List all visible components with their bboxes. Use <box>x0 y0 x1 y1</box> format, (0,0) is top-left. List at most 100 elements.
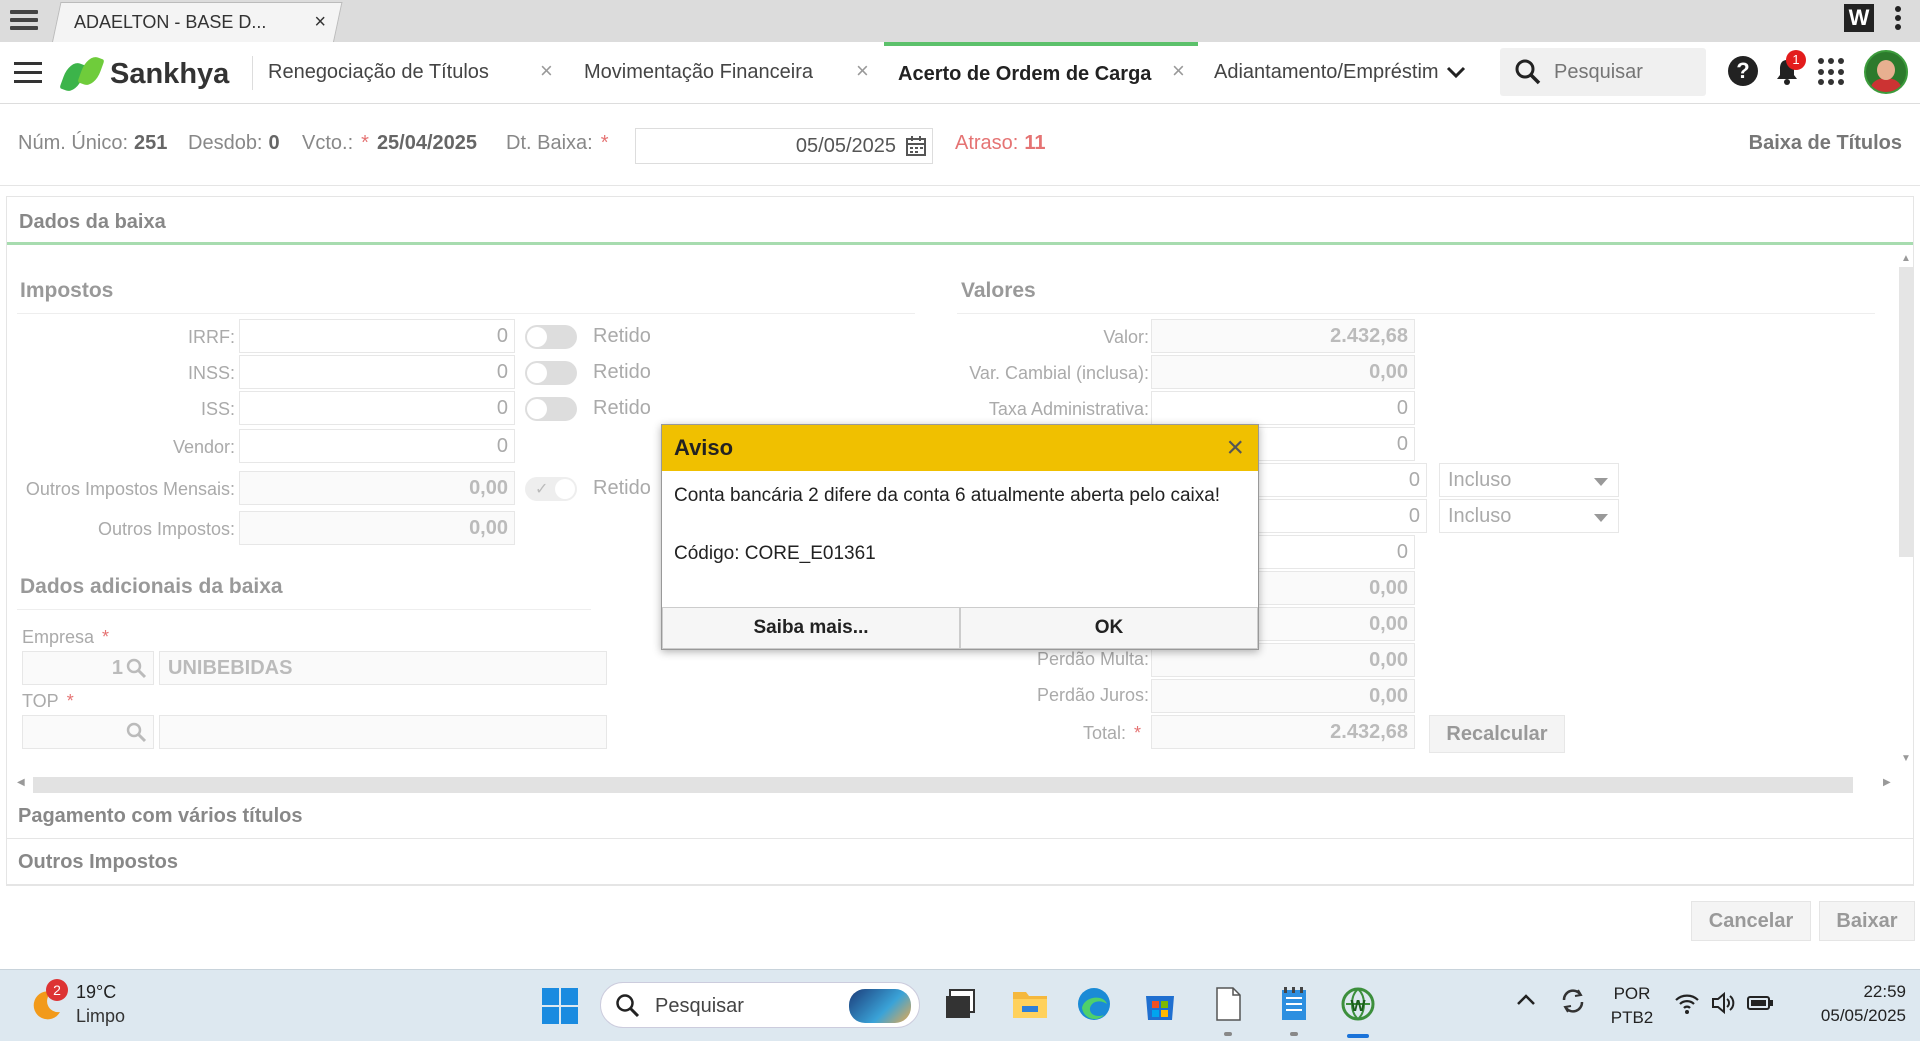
tab-acerto-ordem-carga[interactable]: Acerto de Ordem de Carga × <box>884 42 1198 102</box>
weather-badge: 2 <box>46 979 68 1001</box>
running-indicator <box>1224 1032 1232 1036</box>
running-indicator <box>1290 1032 1298 1036</box>
taxa-adm-input[interactable] <box>1151 391 1415 425</box>
weather-temperature[interactable]: 19°C <box>76 982 116 1003</box>
divider <box>957 313 1875 314</box>
help-icon[interactable]: ? <box>1728 56 1758 86</box>
file-explorer-icon[interactable] <box>1010 984 1050 1024</box>
volume-icon[interactable] <box>1710 990 1736 1016</box>
pagamento-varios-titulos-section[interactable]: Pagamento com vários títulos <box>6 793 1914 839</box>
browser-tab-title: ADAELTON - BASE D... <box>74 11 267 32</box>
scroll-down-icon[interactable]: ▼ <box>1901 753 1911 764</box>
tab-movimentacao[interactable]: Movimentação Financeira × <box>584 42 880 102</box>
dt-baixa-input[interactable] <box>635 128 933 164</box>
battery-icon[interactable] <box>1746 990 1774 1016</box>
total-label: Total: * <box>1082 723 1141 743</box>
iss-retido-toggle[interactable] <box>525 397 577 421</box>
app-header: Sankhya Renegociação de Títulos × Movime… <box>0 42 1920 104</box>
vendor-label: Vendor: <box>172 437 235 457</box>
search-highlight-image <box>849 989 911 1023</box>
irrf-retido-label: Retido <box>593 325 651 347</box>
browser-more-icon[interactable] <box>1893 4 1903 34</box>
browser-menu-icon[interactable] <box>10 6 40 34</box>
browser-tab-strip: ADAELTON - BASE D... × W <box>0 0 1920 42</box>
taxa-adm-label: Taxa Administrativa: <box>988 399 1149 419</box>
system-clock[interactable]: 22:59 05/05/2025 <box>1786 982 1906 1026</box>
tab-close-icon[interactable]: × <box>1172 58 1185 84</box>
taskbar-search-text: Pesquisar <box>655 995 744 1017</box>
inss-label: INSS: <box>187 363 235 383</box>
global-search[interactable] <box>1500 48 1706 96</box>
scroll-left-icon[interactable]: ◀ <box>17 777 25 788</box>
taskbar-search[interactable]: Pesquisar <box>600 982 920 1028</box>
empresa-name-input <box>159 651 607 685</box>
valor-label: Valor: <box>1103 327 1149 347</box>
close-icon[interactable]: × <box>1226 431 1244 465</box>
windows-start-icon[interactable] <box>542 988 578 1024</box>
iss-input[interactable] <box>239 391 515 425</box>
total-input <box>1151 715 1415 749</box>
sync-icon[interactable] <box>1558 986 1588 1016</box>
scrollbar-thumb[interactable] <box>1899 267 1913 557</box>
calendar-icon[interactable] <box>906 136 926 156</box>
tab-adiantamento[interactable]: Adiantamento/Empréstim <box>1214 42 1438 102</box>
weather-description[interactable]: Limpo <box>76 1006 125 1027</box>
dt-baixa-label: Dt. Baixa: * <box>506 132 609 154</box>
outros-impostos-label: Outros Impostos: <box>97 519 235 539</box>
search-input[interactable] <box>1554 60 1694 84</box>
outros-impostos-section[interactable]: Outros Impostos <box>6 839 1914 885</box>
irrf-retido-toggle[interactable] <box>525 325 577 349</box>
chevron-up-icon[interactable] <box>1514 988 1538 1012</box>
incluso-select[interactable]: Incluso <box>1439 463 1619 497</box>
tab-close-icon[interactable]: × <box>856 58 869 84</box>
horizontal-scrollbar[interactable]: ◀ ▶ <box>15 775 1895 793</box>
notepad-icon[interactable] <box>1274 984 1314 1024</box>
dados-baixa-header[interactable]: Dados da baixa <box>7 197 1913 245</box>
cancelar-button[interactable]: Cancelar <box>1691 901 1811 941</box>
windows-taskbar: 2 19°C Limpo Pesquisar W POR PTB2 22:59 05… <box>0 969 1920 1041</box>
atraso: Atraso: 11 <box>955 132 1046 154</box>
scroll-right-icon[interactable]: ▶ <box>1883 777 1891 788</box>
document-icon[interactable] <box>1208 984 1248 1024</box>
extension-w-icon[interactable]: W <box>1844 4 1874 32</box>
scroll-up-icon[interactable]: ▲ <box>1901 253 1911 264</box>
main-menu-icon[interactable] <box>14 62 44 86</box>
vertical-scrollbar[interactable]: ▲ ▼ <box>1897 253 1915 773</box>
incluso-select[interactable]: Incluso <box>1439 499 1619 533</box>
ok-button[interactable]: OK <box>960 607 1258 649</box>
apps-grid-icon[interactable] <box>1818 58 1846 86</box>
search-icon[interactable] <box>125 721 147 743</box>
sankhya-logo[interactable]: Sankhya <box>59 53 229 95</box>
check-icon: ✓ <box>535 481 549 498</box>
tab-label: Movimentação Financeira <box>584 60 813 83</box>
aviso-dialog: Aviso × Conta bancária 2 difere da conta… <box>661 424 1259 650</box>
vendor-input[interactable] <box>239 429 515 463</box>
scrollbar-thumb[interactable] <box>33 777 1853 793</box>
search-icon <box>616 994 640 1018</box>
browser-tab-close-icon[interactable]: × <box>314 11 326 34</box>
language-indicator[interactable]: POR PTB2 <box>1610 984 1654 1028</box>
inss-input[interactable] <box>239 355 515 389</box>
chevron-down-icon <box>1594 514 1608 522</box>
tab-close-icon[interactable]: × <box>540 58 553 84</box>
recalcular-button[interactable]: Recalcular <box>1429 715 1565 753</box>
browser-tab[interactable]: ADAELTON - BASE D... × <box>74 2 334 42</box>
task-view-icon[interactable] <box>942 984 982 1024</box>
edge-browser-icon[interactable] <box>1074 984 1114 1024</box>
microsoft-store-icon[interactable] <box>1140 984 1180 1024</box>
top-label: TOP * <box>22 691 74 711</box>
dialog-header: Aviso × <box>662 425 1258 471</box>
sankhya-w-app-icon[interactable]: W <box>1338 984 1378 1024</box>
search-icon[interactable] <box>125 657 147 679</box>
wifi-icon[interactable] <box>1674 990 1700 1016</box>
outros-mensais-retido-label: Retido <box>593 477 651 499</box>
irrf-input[interactable] <box>239 319 515 353</box>
chevron-down-icon[interactable] <box>1444 60 1468 84</box>
divider <box>17 313 915 314</box>
tab-renegociacao[interactable]: Renegociação de Títulos × <box>268 42 568 102</box>
inss-retido-toggle[interactable] <box>525 361 577 385</box>
baixar-button[interactable]: Baixar <box>1819 901 1915 941</box>
user-avatar[interactable] <box>1864 50 1908 94</box>
saiba-mais-button[interactable]: Saiba mais... <box>662 607 960 649</box>
perdao-juros-label: Perdão Juros: <box>1036 685 1149 705</box>
